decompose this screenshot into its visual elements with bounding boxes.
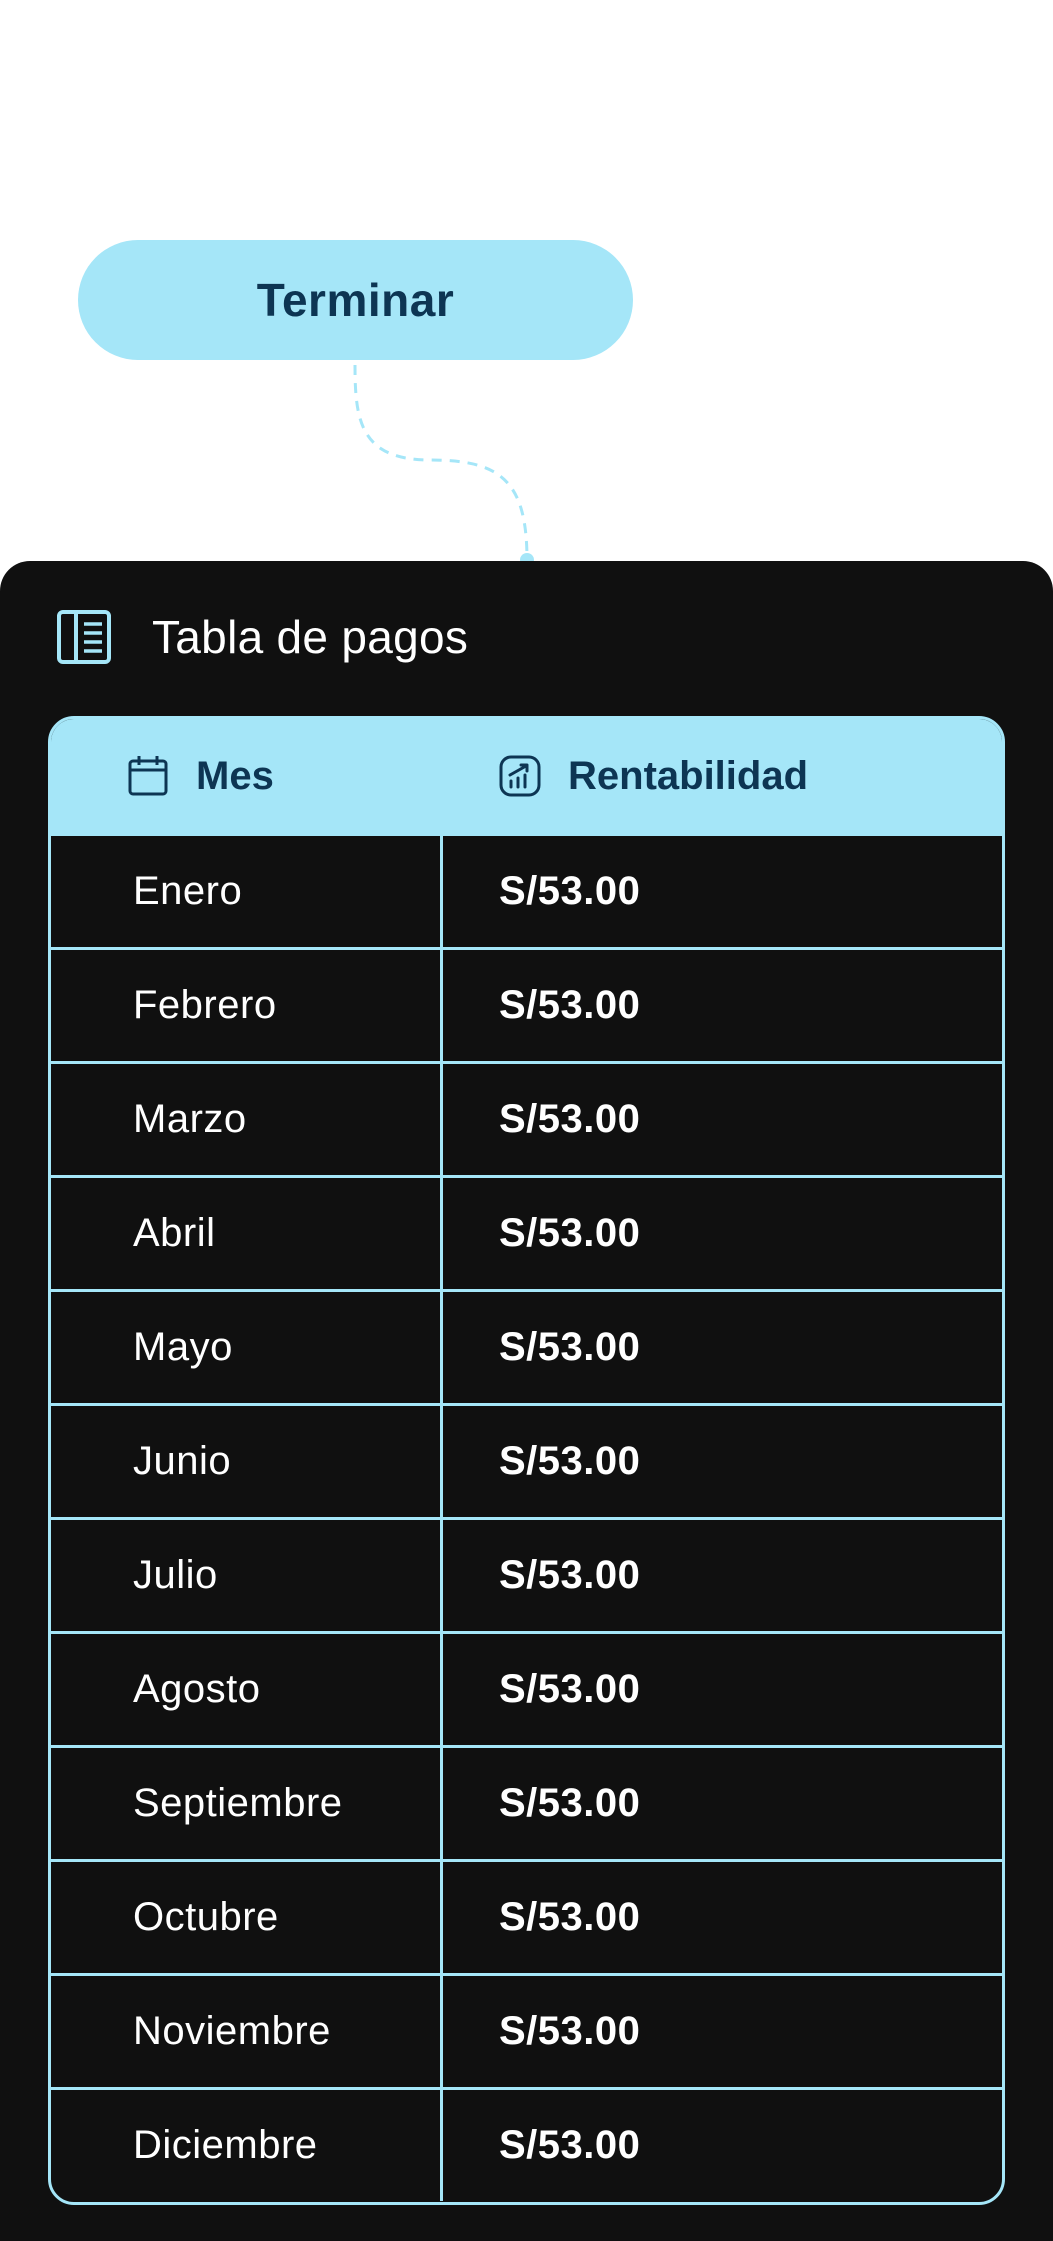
cell-mes: Octubre: [133, 1895, 279, 1939]
table-row: Noviembre S/53.00: [51, 1973, 1002, 2087]
cell-rentabilidad: S/53.00: [499, 1781, 641, 1825]
terminar-button[interactable]: Terminar: [78, 240, 633, 360]
panel-header: Tabla de pagos: [56, 601, 468, 673]
cell-rentabilidad: S/53.00: [499, 1097, 641, 1141]
table-row: Mayo S/53.00: [51, 1289, 1002, 1403]
cell-mes: Junio: [133, 1439, 232, 1483]
table-header: Mes Rentabilidad: [51, 719, 1002, 833]
table-row: Julio S/53.00: [51, 1517, 1002, 1631]
cell-rentabilidad: S/53.00: [499, 1325, 641, 1369]
cell-rentabilidad: S/53.00: [499, 869, 641, 913]
table-row: Abril S/53.00: [51, 1175, 1002, 1289]
table-body: Enero S/53.00 Febrero S/53.00 Marzo S/53.00…: [51, 833, 1002, 2201]
table-icon: [57, 610, 111, 664]
table-row: Diciembre S/53.00: [51, 2087, 1002, 2201]
cell-rentabilidad: S/53.00: [499, 1553, 641, 1597]
table-row: Enero S/53.00: [51, 833, 1002, 947]
table-row: Septiembre S/53.00: [51, 1745, 1002, 1859]
cell-mes: Abril: [133, 1211, 216, 1255]
table-row: Agosto S/53.00: [51, 1631, 1002, 1745]
calendar-icon: [128, 756, 168, 796]
cell-rentabilidad: S/53.00: [499, 1211, 641, 1255]
column-header-rentabilidad: Rentabilidad: [498, 754, 808, 799]
cell-rentabilidad: S/53.00: [499, 1667, 641, 1711]
column-label-rentabilidad: Rentabilidad: [568, 753, 809, 798]
cell-mes: Agosto: [133, 1667, 261, 1711]
column-header-mes: Mes: [126, 754, 274, 799]
cell-rentabilidad: S/53.00: [499, 983, 641, 1027]
table-row: Febrero S/53.00: [51, 947, 1002, 1061]
panel-title: Tabla de pagos: [152, 611, 469, 663]
cell-rentabilidad: S/53.00: [499, 1439, 641, 1483]
cell-rentabilidad: S/53.00: [499, 2009, 641, 2053]
chart-growth-icon: [499, 755, 541, 797]
cell-mes: Diciembre: [133, 2123, 318, 2167]
table-row: Marzo S/53.00: [51, 1061, 1002, 1175]
cell-mes: Enero: [133, 869, 243, 913]
table-row: Junio S/53.00: [51, 1403, 1002, 1517]
cell-rentabilidad: S/53.00: [499, 1895, 641, 1939]
cell-mes: Mayo: [133, 1325, 233, 1369]
cell-mes: Julio: [133, 1553, 218, 1597]
cell-mes: Noviembre: [133, 2009, 331, 2053]
payments-panel: Tabla de pagos Mes Rentabilidad Enero S/…: [0, 561, 1053, 2241]
table-row: Octubre S/53.00: [51, 1859, 1002, 1973]
cell-rentabilidad: S/53.00: [499, 2123, 641, 2167]
payments-table: Mes Rentabilidad Enero S/53.00 Febrero S/5…: [48, 716, 1005, 2205]
column-label-mes: Mes: [196, 753, 274, 798]
cell-mes: Septiembre: [133, 1781, 343, 1825]
cell-mes: Marzo: [133, 1097, 247, 1141]
cell-mes: Febrero: [133, 983, 277, 1027]
